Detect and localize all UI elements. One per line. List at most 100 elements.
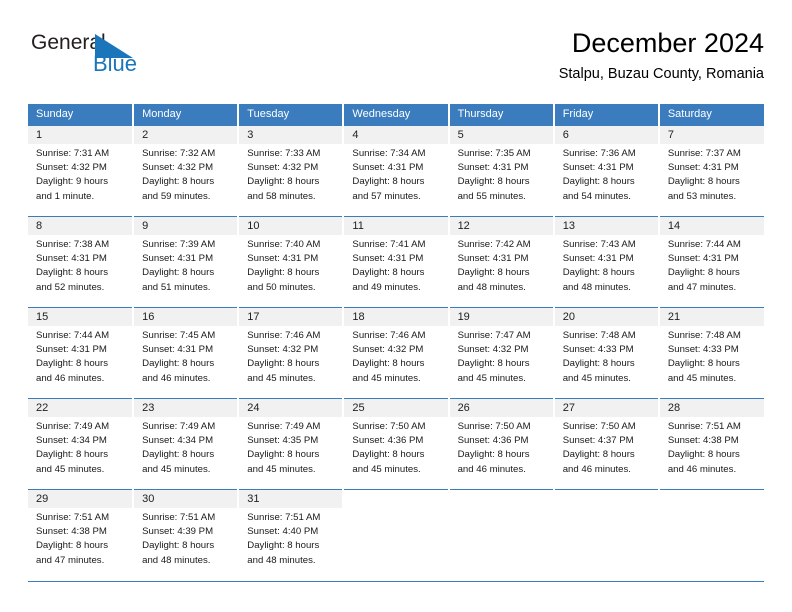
sunrise-text: Sunrise: 7:50 AM — [352, 421, 426, 432]
calendar-day-cell[interactable]: 12 Sunrise: 7:42 AM Sunset: 4:31 PM Dayl… — [448, 216, 555, 308]
daylight-text-line1: Daylight: 8 hours — [562, 449, 635, 461]
day-number: 25 — [344, 399, 448, 417]
day-details: Sunrise: 7:50 AM Sunset: 4:37 PM Dayligh… — [555, 417, 658, 477]
day-number: 24 — [239, 399, 343, 417]
day-details: Sunrise: 7:36 AM Sunset: 4:31 PM Dayligh… — [555, 144, 658, 204]
daylight-text-line2: and 45 minutes. — [36, 463, 105, 475]
calendar-day-cell[interactable]: 26 Sunrise: 7:50 AM Sunset: 4:36 PM Dayl… — [448, 398, 555, 490]
daylight-text-line1: Daylight: 8 hours — [142, 449, 215, 461]
calendar-day-cell[interactable]: 22 Sunrise: 7:49 AM Sunset: 4:34 PM Dayl… — [28, 398, 135, 490]
day-number: 6 — [554, 126, 658, 144]
calendar-day-cell[interactable]: 10 Sunrise: 7:40 AM Sunset: 4:31 PM Dayl… — [238, 216, 345, 308]
weekday-header-friday: Friday — [553, 104, 660, 126]
calendar-day-cell[interactable]: 3 Sunrise: 7:33 AM Sunset: 4:32 PM Dayli… — [238, 126, 345, 217]
daylight-text-line2: and 49 minutes. — [352, 281, 421, 293]
day-details: Sunrise: 7:48 AM Sunset: 4:33 PM Dayligh… — [555, 326, 658, 386]
calendar-day-cell[interactable]: 8 Sunrise: 7:38 AM Sunset: 4:31 PM Dayli… — [28, 216, 135, 308]
daylight-text-line1: Daylight: 8 hours — [352, 358, 425, 370]
day-number — [344, 490, 447, 508]
daylight-text-line1: Daylight: 8 hours — [352, 267, 425, 279]
daylight-text-line2: and 53 minutes. — [667, 190, 737, 202]
calendar-day-cell[interactable]: 5 Sunrise: 7:35 AM Sunset: 4:31 PM Dayli… — [448, 126, 555, 217]
sunset-text: Sunset: 4:31 PM — [352, 162, 424, 174]
calendar-day-cell[interactable]: 20 Sunrise: 7:48 AM Sunset: 4:33 PM Dayl… — [553, 307, 660, 399]
day-details: Sunrise: 7:46 AM Sunset: 4:32 PM Dayligh… — [344, 326, 447, 386]
daylight-text-line2: and 47 minutes. — [36, 554, 105, 566]
daylight-text-line1: Daylight: 8 hours — [142, 176, 215, 188]
day-details: Sunrise: 7:51 AM Sunset: 4:38 PM Dayligh… — [28, 508, 132, 568]
sunrise-text: Sunrise: 7:51 AM — [667, 421, 741, 432]
daylight-text-line1: Daylight: 8 hours — [667, 267, 740, 279]
day-number: 15 — [28, 308, 133, 326]
calendar-day-cell[interactable]: 11 Sunrise: 7:41 AM Sunset: 4:31 PM Dayl… — [343, 216, 450, 308]
day-details: Sunrise: 7:42 AM Sunset: 4:31 PM Dayligh… — [450, 235, 553, 295]
sunrise-text: Sunrise: 7:46 AM — [352, 330, 426, 341]
calendar-day-cell[interactable]: 21 Sunrise: 7:48 AM Sunset: 4:33 PM Dayl… — [658, 307, 764, 399]
daylight-text-line2: and 46 minutes. — [562, 463, 631, 475]
calendar-day-cell[interactable]: 25 Sunrise: 7:50 AM Sunset: 4:36 PM Dayl… — [343, 398, 450, 490]
sunset-text: Sunset: 4:31 PM — [142, 253, 214, 265]
daylight-text-line1: Daylight: 8 hours — [457, 449, 530, 461]
sunrise-text: Sunrise: 7:43 AM — [562, 239, 636, 250]
brand-logo[interactable]: General Blue — [31, 31, 211, 87]
calendar-day-cell[interactable]: 28 Sunrise: 7:51 AM Sunset: 4:38 PM Dayl… — [658, 398, 764, 490]
sunset-text: Sunset: 4:39 PM — [142, 526, 214, 538]
calendar-day-cell[interactable]: 24 Sunrise: 7:49 AM Sunset: 4:35 PM Dayl… — [238, 398, 345, 490]
calendar-day-cell[interactable]: 23 Sunrise: 7:49 AM Sunset: 4:34 PM Dayl… — [133, 398, 240, 490]
calendar-day-cell[interactable]: 15 Sunrise: 7:44 AM Sunset: 4:31 PM Dayl… — [28, 307, 135, 399]
day-number: 31 — [239, 490, 343, 508]
calendar-day-cell[interactable]: 16 Sunrise: 7:45 AM Sunset: 4:31 PM Dayl… — [133, 307, 240, 399]
calendar-day-cell[interactable]: 19 Sunrise: 7:47 AM Sunset: 4:32 PM Dayl… — [448, 307, 555, 399]
sunrise-text: Sunrise: 7:48 AM — [667, 330, 741, 341]
day-details: Sunrise: 7:48 AM Sunset: 4:33 PM Dayligh… — [660, 326, 764, 386]
daylight-text-line1: Daylight: 8 hours — [36, 449, 108, 461]
calendar-day-cell[interactable]: 17 Sunrise: 7:46 AM Sunset: 4:32 PM Dayl… — [238, 307, 345, 399]
calendar-day-cell[interactable]: 29 Sunrise: 7:51 AM Sunset: 4:38 PM Dayl… — [28, 489, 135, 580]
calendar-day-cell[interactable]: 6 Sunrise: 7:36 AM Sunset: 4:31 PM Dayli… — [553, 126, 660, 217]
sunset-text: Sunset: 4:32 PM — [247, 162, 319, 174]
calendar-day-cell[interactable]: 4 Sunrise: 7:34 AM Sunset: 4:31 PM Dayli… — [343, 126, 450, 217]
day-number: 7 — [659, 126, 764, 144]
sunrise-text: Sunrise: 7:46 AM — [247, 330, 321, 341]
sunset-text: Sunset: 4:33 PM — [562, 344, 634, 356]
day-details: Sunrise: 7:51 AM Sunset: 4:39 PM Dayligh… — [134, 508, 237, 568]
sunrise-text: Sunrise: 7:50 AM — [562, 421, 636, 432]
day-details: Sunrise: 7:49 AM Sunset: 4:35 PM Dayligh… — [239, 417, 342, 477]
weekday-header-row: Sunday Monday Tuesday Wednesday Thursday… — [28, 104, 764, 126]
calendar-day-cell[interactable]: 9 Sunrise: 7:39 AM Sunset: 4:31 PM Dayli… — [133, 216, 240, 308]
day-number — [660, 490, 764, 508]
title-block: December 2024 Stalpu, Buzau County, Roma… — [559, 26, 764, 85]
day-number: 9 — [134, 217, 238, 235]
day-details: Sunrise: 7:51 AM Sunset: 4:40 PM Dayligh… — [239, 508, 342, 568]
calendar-day-cell[interactable]: 1 Sunrise: 7:31 AM Sunset: 4:32 PM Dayli… — [28, 126, 135, 217]
calendar-day-cell[interactable]: 14 Sunrise: 7:44 AM Sunset: 4:31 PM Dayl… — [658, 216, 764, 308]
calendar-week-row: 8 Sunrise: 7:38 AM Sunset: 4:31 PM Dayli… — [28, 216, 764, 308]
calendar-day-cell[interactable]: 18 Sunrise: 7:46 AM Sunset: 4:32 PM Dayl… — [343, 307, 450, 399]
day-number: 2 — [134, 126, 238, 144]
sunrise-text: Sunrise: 7:51 AM — [247, 512, 321, 523]
calendar-day-cell[interactable]: 13 Sunrise: 7:43 AM Sunset: 4:31 PM Dayl… — [553, 216, 660, 308]
calendar-day-cell[interactable]: 7 Sunrise: 7:37 AM Sunset: 4:31 PM Dayli… — [659, 126, 764, 217]
day-details: Sunrise: 7:34 AM Sunset: 4:31 PM Dayligh… — [344, 144, 447, 204]
calendar-day-cell[interactable]: 2 Sunrise: 7:32 AM Sunset: 4:32 PM Dayli… — [133, 126, 240, 217]
calendar-week-row: 22 Sunrise: 7:49 AM Sunset: 4:34 PM Dayl… — [28, 398, 764, 490]
calendar-day-cell[interactable]: 27 Sunrise: 7:50 AM Sunset: 4:37 PM Dayl… — [553, 398, 660, 490]
day-details: Sunrise: 7:50 AM Sunset: 4:36 PM Dayligh… — [450, 417, 553, 477]
sunset-text: Sunset: 4:32 PM — [352, 344, 424, 356]
calendar-bottom-rule — [28, 581, 764, 582]
day-number: 10 — [239, 217, 343, 235]
daylight-text-line2: and 52 minutes. — [36, 281, 105, 293]
day-number: 8 — [28, 217, 133, 235]
day-number: 30 — [134, 490, 238, 508]
day-number: 27 — [554, 399, 658, 417]
daylight-text-line2: and 45 minutes. — [142, 463, 211, 475]
sunset-text: Sunset: 4:36 PM — [457, 435, 529, 447]
daylight-text-line2: and 46 minutes. — [142, 372, 211, 384]
calendar-day-cell[interactable]: 31 Sunrise: 7:51 AM Sunset: 4:40 PM Dayl… — [238, 489, 345, 580]
sunset-text: Sunset: 4:31 PM — [142, 344, 214, 356]
calendar-day-cell[interactable]: 30 Sunrise: 7:51 AM Sunset: 4:39 PM Dayl… — [133, 489, 240, 580]
sunrise-text: Sunrise: 7:48 AM — [562, 330, 636, 341]
day-details: Sunrise: 7:46 AM Sunset: 4:32 PM Dayligh… — [239, 326, 342, 386]
sunrise-text: Sunrise: 7:50 AM — [457, 421, 531, 432]
daylight-text-line2: and 57 minutes. — [352, 190, 421, 202]
